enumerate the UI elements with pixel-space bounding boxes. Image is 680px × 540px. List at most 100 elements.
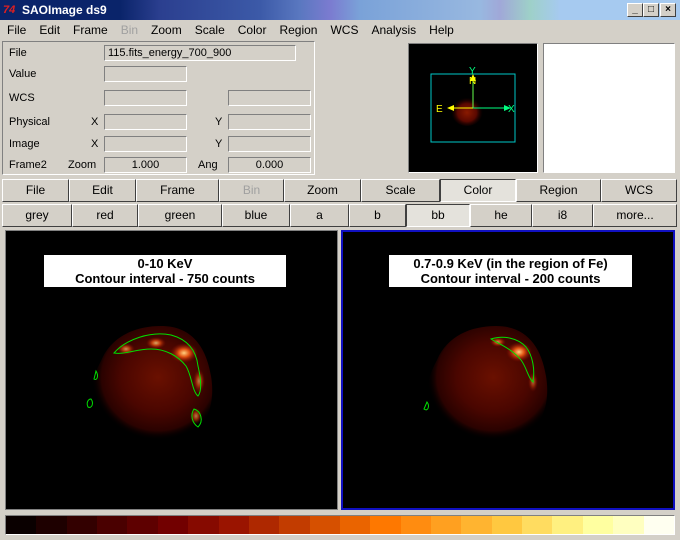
- colorbar-swatch: [582, 516, 614, 534]
- menu-frame[interactable]: Frame: [66, 21, 114, 39]
- image-x-label: X: [91, 138, 99, 150]
- wcs-field-1: [104, 90, 187, 106]
- btn-color-green[interactable]: green: [138, 204, 222, 227]
- colorbar-swatch: [97, 516, 128, 534]
- magnifier: [543, 43, 675, 173]
- left-frame-caption: 0-10 KeV Contour interval - 750 counts: [44, 255, 286, 287]
- colorbar-swatch: [157, 516, 189, 534]
- menu-analysis[interactable]: Analysis: [364, 21, 422, 39]
- image-x-field: [104, 136, 187, 152]
- menu-file[interactable]: File: [0, 21, 32, 39]
- maximize-button[interactable]: □: [643, 3, 659, 17]
- window-title: SAOImage ds9: [22, 3, 107, 17]
- value-label: Value: [9, 68, 37, 80]
- btn-region[interactable]: Region: [516, 179, 601, 202]
- colorbar[interactable]: [5, 515, 675, 535]
- left-frame-caption-line2: Contour interval - 750 counts: [75, 271, 255, 286]
- panner-thumbnail: [451, 96, 483, 126]
- zoom-field: 1.000: [104, 157, 187, 173]
- menu-zoom[interactable]: Zoom: [144, 21, 188, 39]
- btn-bin[interactable]: Bin: [219, 179, 284, 202]
- wcs-label: WCS: [9, 92, 35, 104]
- btn-edit[interactable]: Edit: [69, 179, 136, 202]
- colorbar-swatch: [552, 516, 583, 534]
- menu-color[interactable]: Color: [231, 21, 273, 39]
- colorbar-swatch: [613, 516, 644, 534]
- panner-north-label: N: [469, 76, 476, 87]
- colorbar-swatch: [279, 516, 310, 534]
- physical-x-field: [104, 114, 187, 130]
- right-frame-caption-line1: 0.7-0.9 KeV (in the region of Fe): [413, 256, 608, 271]
- menu-bar: File Edit Frame Bin Zoom Scale Color Reg…: [0, 20, 680, 39]
- colorbar-swatch: [66, 516, 98, 534]
- colorbar-swatch: [309, 516, 340, 534]
- btn-color[interactable]: Color: [440, 179, 516, 202]
- menu-wcs[interactable]: WCS: [323, 21, 364, 39]
- btn-color-i8[interactable]: i8: [532, 204, 593, 227]
- close-icon: ×: [665, 4, 671, 15]
- panner-east-label: E: [436, 104, 443, 115]
- colorbar-swatch: [188, 516, 219, 534]
- btn-color-a[interactable]: a: [290, 204, 349, 227]
- menu-help[interactable]: Help: [422, 21, 460, 39]
- file-label: File: [9, 47, 27, 59]
- btn-color-red[interactable]: red: [72, 204, 138, 227]
- zoom-label: Zoom: [68, 159, 97, 171]
- frame-label: Frame2: [9, 159, 47, 171]
- colorbar-swatch: [36, 516, 67, 534]
- title-bar: 74 SAOImage ds9 _ □ ×: [0, 0, 680, 20]
- colorbar-swatch: [370, 516, 401, 534]
- angle-field: 0.000: [228, 157, 311, 173]
- image-frame-left[interactable]: 0-10 KeV Contour interval - 750 counts: [5, 230, 338, 510]
- file-field: 115.fits_energy_700_900: [104, 45, 296, 61]
- menu-edit[interactable]: Edit: [32, 21, 66, 39]
- colorbar-swatch: [643, 516, 674, 534]
- physical-label: Physical: [9, 116, 50, 128]
- colorbar-swatch: [339, 516, 371, 534]
- right-frame-caption-line2: Contour interval - 200 counts: [420, 271, 601, 286]
- colorbar-swatch: [248, 516, 280, 534]
- panner-view: N E X Y: [430, 66, 516, 143]
- btn-color-more[interactable]: more...: [593, 204, 677, 227]
- maximize-icon: □: [647, 4, 655, 15]
- colorbar-swatch: [522, 516, 553, 534]
- menu-bin[interactable]: Bin: [114, 21, 144, 39]
- btn-scale[interactable]: Scale: [361, 179, 440, 202]
- ds9-app-icon[interactable]: 74: [3, 3, 17, 17]
- colorbar-swatch: [491, 516, 523, 534]
- btn-color-he[interactable]: he: [470, 204, 532, 227]
- colorbar-swatch: [431, 516, 462, 534]
- image-y-label: Y: [215, 138, 223, 150]
- image-label: Image: [9, 138, 40, 150]
- btn-color-bb[interactable]: bb: [406, 204, 470, 227]
- info-panel: File 115.fits_energy_700_900 Value WCS P…: [2, 41, 315, 175]
- close-button[interactable]: ×: [660, 3, 676, 17]
- btn-color-blue[interactable]: blue: [222, 204, 290, 227]
- colorbar-swatch: [400, 516, 432, 534]
- colorbar-swatch: [218, 516, 249, 534]
- physical-y-label: Y: [215, 116, 223, 128]
- colorbar-swatch: [6, 516, 37, 534]
- image-frame-right[interactable]: 0.7-0.9 KeV (in the region of Fe) Contou…: [341, 230, 675, 510]
- menu-region[interactable]: Region: [272, 21, 323, 39]
- btn-color-b[interactable]: b: [349, 204, 406, 227]
- wcs-field-2: [228, 90, 311, 106]
- btn-frame[interactable]: Frame: [136, 179, 219, 202]
- panner-x-label: X: [508, 104, 515, 115]
- physical-x-label: X: [91, 116, 99, 128]
- btn-zoom[interactable]: Zoom: [284, 179, 361, 202]
- angle-label: Ang: [198, 159, 218, 171]
- btn-file[interactable]: File: [2, 179, 69, 202]
- btn-wcs[interactable]: WCS: [601, 179, 677, 202]
- menu-scale[interactable]: Scale: [188, 21, 231, 39]
- colorbar-swatch: [127, 516, 158, 534]
- btn-color-grey[interactable]: grey: [2, 204, 72, 227]
- image-y-field: [228, 136, 311, 152]
- left-frame-caption-line1: 0-10 KeV: [137, 256, 193, 271]
- panner[interactable]: N E X Y: [408, 43, 538, 173]
- value-field: [104, 66, 187, 82]
- minimize-button[interactable]: _: [627, 3, 643, 17]
- physical-y-field: [228, 114, 311, 130]
- right-frame-caption: 0.7-0.9 KeV (in the region of Fe) Contou…: [389, 255, 632, 287]
- panner-y-label: Y: [469, 66, 476, 77]
